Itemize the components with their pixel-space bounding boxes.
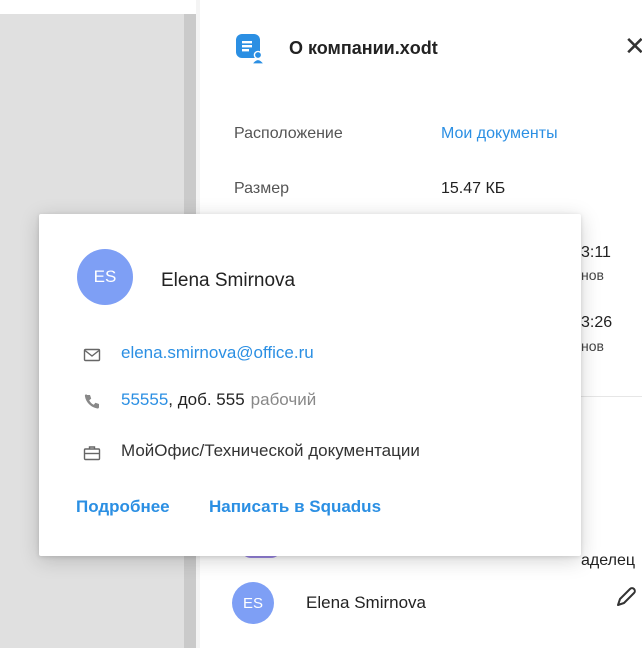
department: МойОфис/Технической документации: [121, 441, 420, 460]
phone-icon: [84, 394, 99, 409]
created-time: 3:11: [581, 244, 611, 261]
size-label: Размер: [234, 180, 289, 197]
more-details-link[interactable]: Подробнее: [76, 497, 170, 517]
phone-line: 55555, доб. 555 рабочий: [121, 390, 316, 410]
file-title: О компании.xodt: [289, 38, 438, 58]
created-by: нов: [581, 267, 604, 283]
location-label: Расположение: [234, 125, 343, 142]
phone-type: рабочий: [250, 390, 317, 409]
user-profile-popup: ES Elena Smirnova elena.smirnova@office.…: [39, 214, 581, 556]
left-top-bar: [0, 0, 196, 14]
size-value: 15.47 КБ: [441, 180, 506, 197]
mail-icon: [83, 348, 101, 362]
access-user-avatar[interactable]: ES: [232, 582, 274, 624]
write-in-squadus-link[interactable]: Написать в Squadus: [209, 497, 381, 517]
phone-extension: , доб. 555: [168, 390, 245, 409]
phone-number-link[interactable]: 55555: [121, 390, 168, 409]
edit-pencil-icon[interactable]: [614, 585, 638, 609]
email-link[interactable]: elena.smirnova@office.ru: [121, 343, 314, 363]
close-icon[interactable]: ✕: [624, 33, 642, 59]
briefcase-icon: [83, 446, 101, 461]
user-avatar: ES: [77, 249, 133, 305]
location-link[interactable]: Мои документы: [441, 125, 558, 143]
modified-by: нов: [581, 338, 604, 354]
owner-label: аделец: [581, 552, 635, 569]
shared-document-icon: [236, 34, 264, 64]
user-name: Elena Smirnova: [161, 270, 296, 291]
access-user-name[interactable]: Elena Smirnova: [306, 593, 426, 613]
modified-time: 3:26: [581, 314, 613, 331]
